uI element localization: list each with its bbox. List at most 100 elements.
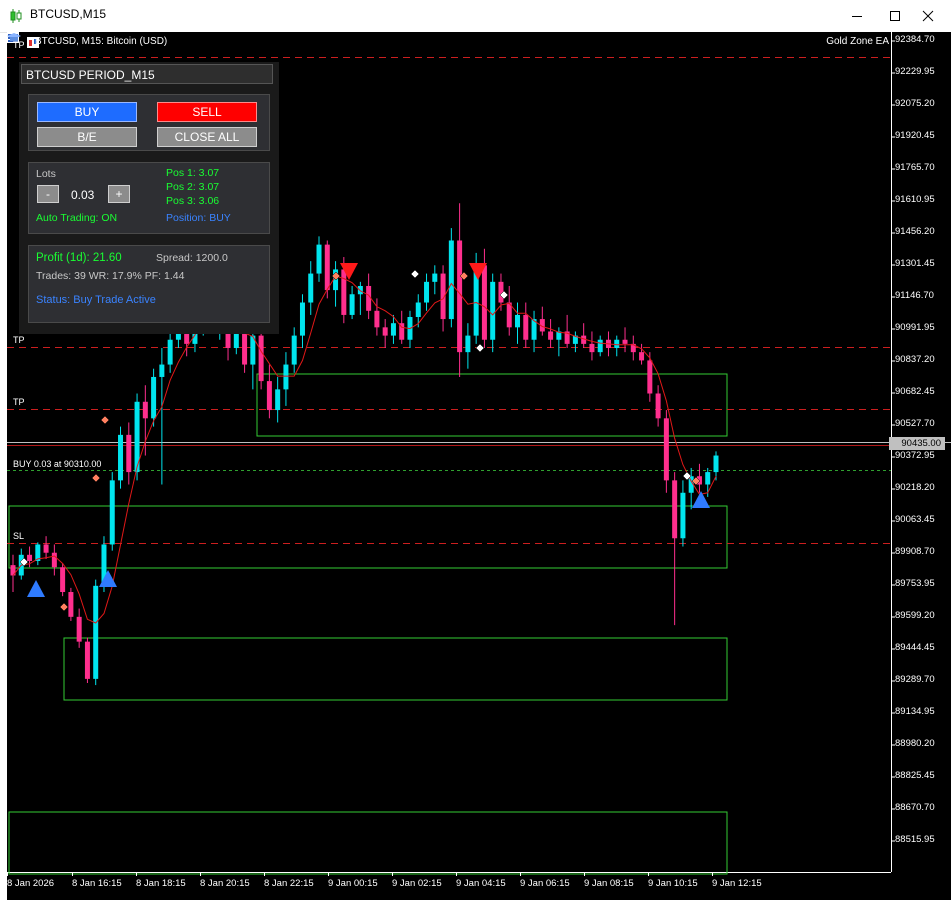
- chart-area[interactable]: BTCUSD, M15: Bitcoin (USD) Gold Zone EA …: [7, 32, 951, 900]
- candle-body: [548, 331, 554, 340]
- candle-body: [382, 327, 388, 336]
- time-tick-label: 9 Jan 04:15: [456, 878, 506, 889]
- price-tick-label: 89599.20: [895, 610, 935, 621]
- trade-marker: [59, 602, 69, 612]
- candle-body: [705, 472, 711, 485]
- candle-body: [523, 314, 529, 340]
- price-tick-label: 89753.95: [895, 578, 935, 589]
- candle-body: [415, 302, 421, 317]
- price-tick-label: 92384.70: [895, 34, 935, 45]
- spread-label: Spread: 1200.0: [156, 252, 228, 264]
- candle-body: [655, 393, 661, 419]
- tp-label-1: TP: [13, 335, 25, 345]
- price-tick-label: 89134.95: [895, 706, 935, 717]
- candle-body: [266, 381, 272, 411]
- current-price-tag: 90435.00: [889, 437, 945, 450]
- price-tick-label: 92075.20: [895, 98, 935, 109]
- price-tick-label: 89444.45: [895, 642, 935, 653]
- price-tick-label: 88515.95: [895, 834, 935, 845]
- position-2-label: Pos 2: 3.07: [166, 181, 220, 193]
- candle-body: [647, 360, 653, 394]
- trade-marker: [91, 473, 101, 483]
- candle-body: [515, 314, 521, 328]
- time-tick-label: 8 Jan 22:15: [264, 878, 314, 889]
- price-tick-label: 91920.45: [895, 130, 935, 141]
- candle-body: [357, 285, 363, 295]
- time-tick-label: 9 Jan 00:15: [328, 878, 378, 889]
- price-tick-label: 91765.70: [895, 162, 935, 173]
- position-3-label: Pos 3: 3.06: [166, 195, 220, 207]
- buy-button[interactable]: BUY: [37, 102, 137, 122]
- trades-stats-label: Trades: 39 WR: 17.9% PF: 1.44: [36, 270, 185, 282]
- ea-name-label: Gold Zone EA: [826, 36, 889, 47]
- price-tick-label: 91301.45: [895, 258, 935, 269]
- candle-body: [27, 554, 33, 562]
- candle-body: [490, 281, 496, 340]
- time-tick-label: 8 Jan 16:15: [72, 878, 122, 889]
- candle-body: [167, 339, 173, 365]
- price-tick-label: 90218.20: [895, 482, 935, 493]
- candle-body: [639, 352, 645, 361]
- sell-button[interactable]: SELL: [157, 102, 257, 122]
- candle-body: [614, 339, 620, 349]
- price-tick-label: 90063.45: [895, 514, 935, 525]
- candle-body: [663, 418, 669, 481]
- candle-body: [672, 480, 678, 539]
- time-tick-label: 9 Jan 10:15: [648, 878, 698, 889]
- lots-decrease-button[interactable]: -: [37, 185, 59, 203]
- candle-body: [424, 281, 430, 303]
- candle-body: [151, 376, 157, 419]
- close-all-button[interactable]: CLOSE ALL: [157, 127, 257, 147]
- trade-panel: BTCUSD PERIOD_M15 BUY SELL B/E CLOSE ALL…: [19, 62, 279, 334]
- panel-title: BTCUSD PERIOD_M15: [21, 64, 273, 84]
- price-tick-label: 91610.95: [895, 194, 935, 205]
- price-tick-label: 89908.70: [895, 546, 935, 557]
- lots-increase-button[interactable]: +: [108, 185, 130, 203]
- breakeven-button[interactable]: B/E: [37, 127, 137, 147]
- time-tick-label: 9 Jan 08:15: [584, 878, 634, 889]
- candle-body: [109, 480, 115, 545]
- tp-label-2: TP: [13, 397, 25, 407]
- candle-body: [299, 302, 305, 336]
- candle-body: [118, 434, 124, 481]
- candle-body: [159, 364, 165, 377]
- buy-position-label: BUY 0.03 at 90310.00: [13, 459, 102, 469]
- candle-body: [622, 339, 628, 344]
- time-tick-label: 9 Jan 06:15: [520, 878, 570, 889]
- price-tick-label: 89289.70: [895, 674, 935, 685]
- candle-body: [390, 323, 396, 336]
- candle-body: [291, 335, 297, 365]
- candle-body: [93, 585, 99, 679]
- candle-body: [84, 641, 90, 679]
- candle-body: [597, 339, 603, 353]
- trade-marker: [475, 343, 485, 353]
- price-tick-label: 88670.70: [895, 802, 935, 813]
- price-tick-label: 91456.20: [895, 226, 935, 237]
- trade-buttons-box: BUY SELL B/E CLOSE ALL: [28, 94, 270, 151]
- candle-body: [51, 552, 57, 568]
- candle-body: [43, 544, 49, 553]
- candle-body: [349, 294, 355, 315]
- trade-marker: [100, 415, 110, 425]
- candle-body: [589, 343, 595, 353]
- candlestick-app-icon: [10, 9, 22, 23]
- trade-marker: [410, 269, 420, 279]
- price-tick-label: 91146.70: [895, 290, 934, 301]
- candle-body: [275, 389, 281, 411]
- candle-body: [142, 401, 148, 419]
- close-icon: [922, 10, 934, 22]
- chart-symbol-label: BTCUSD, M15: Bitcoin (USD): [35, 36, 168, 47]
- lots-value[interactable]: 0.03: [71, 188, 94, 202]
- position-1-label: Pos 1: 3.07: [166, 167, 220, 179]
- candle-body: [316, 244, 322, 274]
- lots-label: Lots: [36, 168, 56, 180]
- time-tick-label: 8 Jan 18:15: [136, 878, 186, 889]
- time-tick-label: 9 Jan 12:15: [712, 878, 762, 889]
- candle-body: [341, 269, 347, 315]
- close-button[interactable]: [905, 0, 951, 32]
- status-label: Status: Buy Trade Active: [36, 294, 156, 306]
- price-tick-label: 90991.95: [895, 322, 935, 333]
- time-tick-label: 8 Jan 2026: [7, 878, 55, 889]
- time-tick-label: 8 Jan 20:15: [200, 878, 250, 889]
- candle-body: [76, 616, 82, 642]
